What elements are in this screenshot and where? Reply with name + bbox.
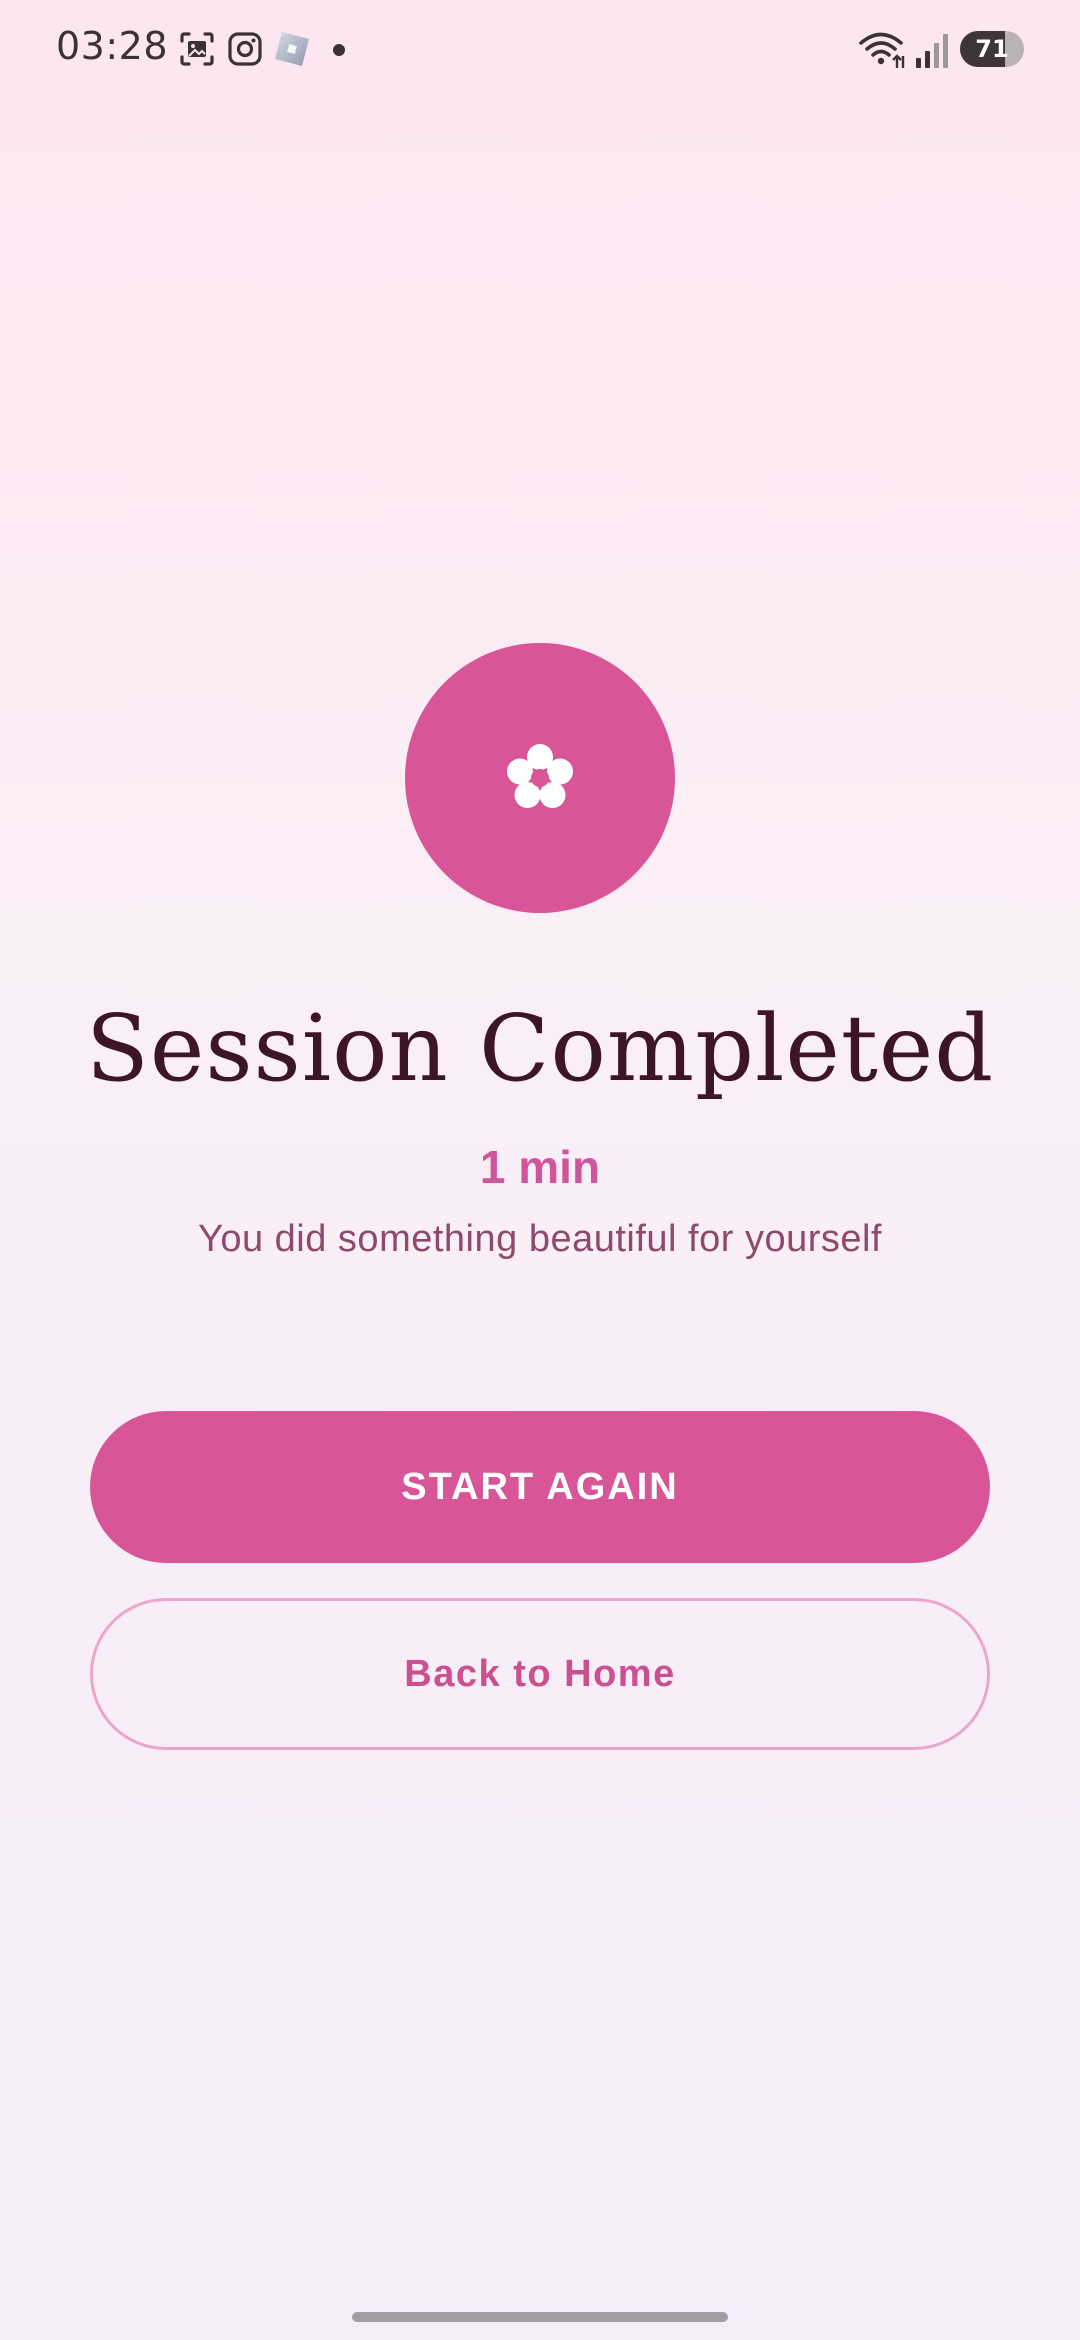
roblox-icon (275, 32, 309, 66)
wifi-icon (859, 32, 905, 68)
back-to-home-button[interactable]: Back to Home (90, 1598, 990, 1750)
battery-level: 71 (975, 35, 1009, 63)
home-indicator[interactable] (352, 2312, 728, 2322)
start-again-button[interactable]: START AGAIN (90, 1411, 990, 1563)
screenshot-icon (180, 32, 214, 66)
status-time: 03:28 (56, 24, 169, 68)
status-bar: 03:28 71 (0, 0, 1080, 100)
flower-badge (405, 643, 675, 913)
encouragement-text: You did something beautiful for yourself (197, 1218, 883, 1260)
flower-icon (507, 744, 573, 808)
battery-icon: 71 (960, 31, 1024, 67)
signal-icon (916, 34, 948, 68)
instagram-icon (228, 32, 262, 66)
notification-dot (333, 44, 345, 56)
session-duration: 1 min (479, 1141, 601, 1193)
page-title: Session Completed (85, 995, 995, 1102)
